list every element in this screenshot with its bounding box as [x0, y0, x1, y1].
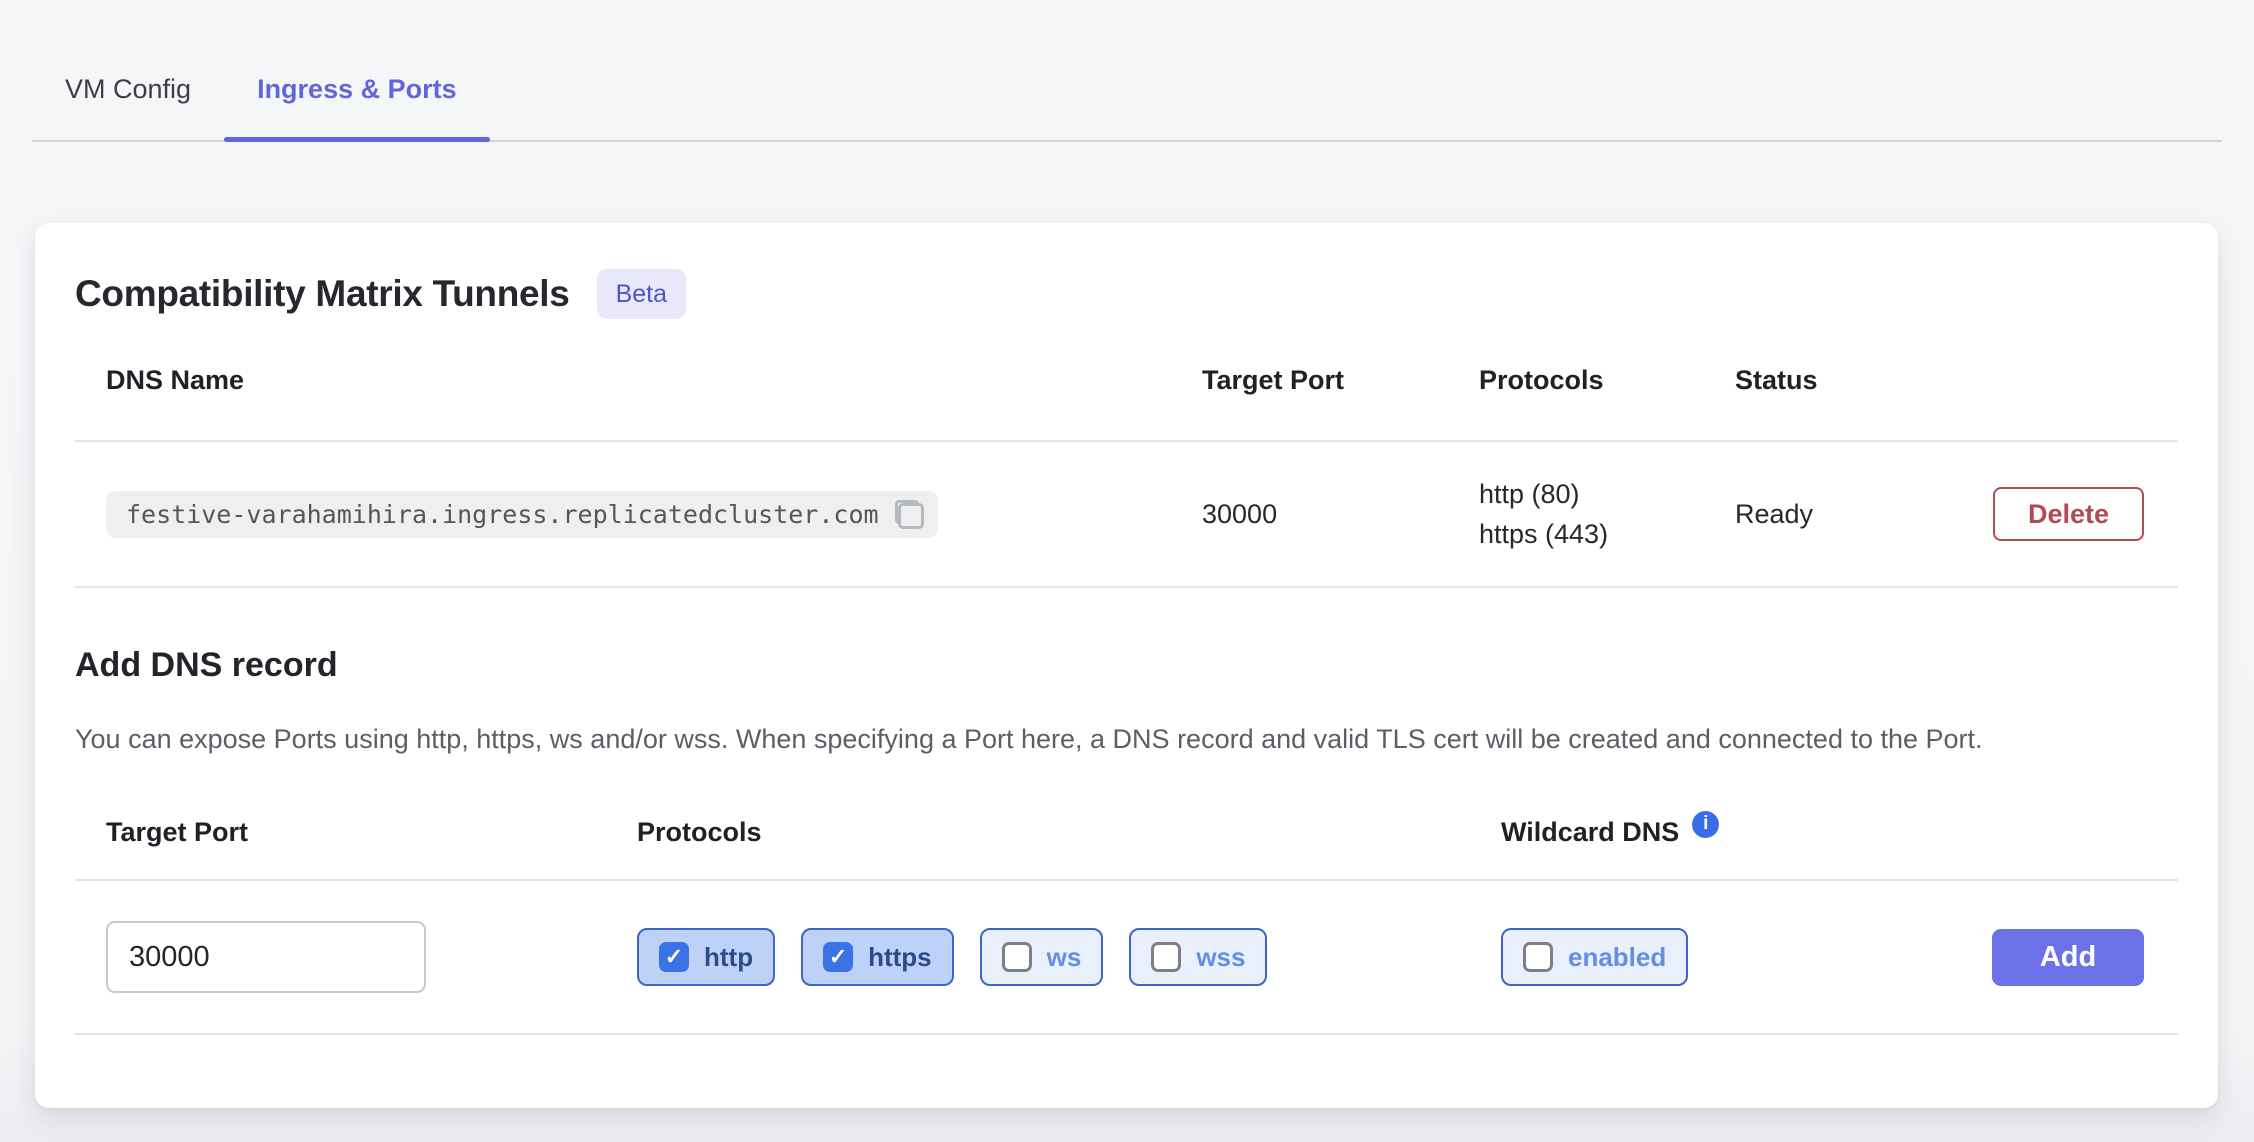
- protocol-line: http (80): [1479, 474, 1735, 514]
- protocol-checkbox-wss[interactable]: wss: [1129, 928, 1267, 986]
- target-port-input[interactable]: [106, 921, 426, 993]
- dns-name-text: festive-varahamihira.ingress.replicatedc…: [126, 500, 879, 529]
- cell-protocols: http (80) https (443): [1479, 474, 1735, 554]
- delete-button[interactable]: Delete: [1993, 487, 2144, 541]
- tab-vm-config[interactable]: VM Config: [32, 38, 224, 140]
- protocol-checkbox-http[interactable]: ✓ http: [637, 928, 775, 986]
- add-dns-record-description: You can expose Ports using http, https, …: [75, 719, 2150, 759]
- wildcard-enabled-checkbox[interactable]: enabled: [1501, 928, 1688, 986]
- label-protocols: Protocols: [637, 817, 1501, 848]
- wildcard-checkbox-label: enabled: [1568, 942, 1666, 973]
- cell-status: Ready: [1735, 499, 1993, 530]
- info-icon[interactable]: i: [1692, 811, 1719, 838]
- header-dns-name: DNS Name: [106, 365, 1202, 396]
- tunnels-card: Compatibility Matrix Tunnels Beta DNS Na…: [35, 223, 2218, 1108]
- protocol-chip-group: ✓ http ✓ https ws wss: [637, 928, 1501, 986]
- checkbox-box: [1523, 942, 1553, 972]
- protocol-checkbox-ws[interactable]: ws: [980, 928, 1104, 986]
- tunnels-table-header: DNS Name Target Port Protocols Status: [75, 320, 2178, 442]
- add-form-inputs: ✓ http ✓ https ws wss enabled Add: [75, 881, 2178, 1035]
- add-dns-record-title: Add DNS record: [75, 646, 2178, 685]
- add-button[interactable]: Add: [1992, 929, 2144, 986]
- protocol-checkbox-https[interactable]: ✓ https: [801, 928, 954, 986]
- add-form-labels: Target Port Protocols Wildcard DNS i: [75, 785, 2178, 881]
- card-title: Compatibility Matrix Tunnels: [75, 273, 570, 315]
- table-row: festive-varahamihira.ingress.replicatedc…: [75, 442, 2178, 588]
- protocol-checkbox-label: wss: [1196, 942, 1245, 973]
- label-target-port: Target Port: [106, 817, 637, 848]
- protocol-line: https (443): [1479, 514, 1735, 554]
- cell-target-port: 30000: [1202, 499, 1479, 530]
- header-status: Status: [1735, 365, 2144, 396]
- card-title-row: Compatibility Matrix Tunnels Beta: [75, 223, 2178, 320]
- header-target-port: Target Port: [1202, 365, 1479, 396]
- protocol-checkbox-label: https: [868, 942, 932, 973]
- checkbox-box: [1002, 942, 1032, 972]
- label-wildcard-dns: Wildcard DNS: [1501, 817, 1679, 848]
- checkbox-box: ✓: [823, 942, 853, 972]
- tab-bar: VM Config Ingress & Ports: [32, 0, 2222, 142]
- header-protocols: Protocols: [1479, 365, 1735, 396]
- copy-icon[interactable]: [895, 500, 924, 529]
- protocol-checkbox-label: http: [704, 942, 753, 973]
- tab-ingress-ports[interactable]: Ingress & Ports: [224, 38, 490, 140]
- protocol-checkbox-label: ws: [1047, 942, 1082, 973]
- beta-badge: Beta: [597, 269, 686, 319]
- dns-name-pill: festive-varahamihira.ingress.replicatedc…: [106, 491, 938, 538]
- checkbox-box: [1151, 942, 1181, 972]
- checkbox-box: ✓: [659, 942, 689, 972]
